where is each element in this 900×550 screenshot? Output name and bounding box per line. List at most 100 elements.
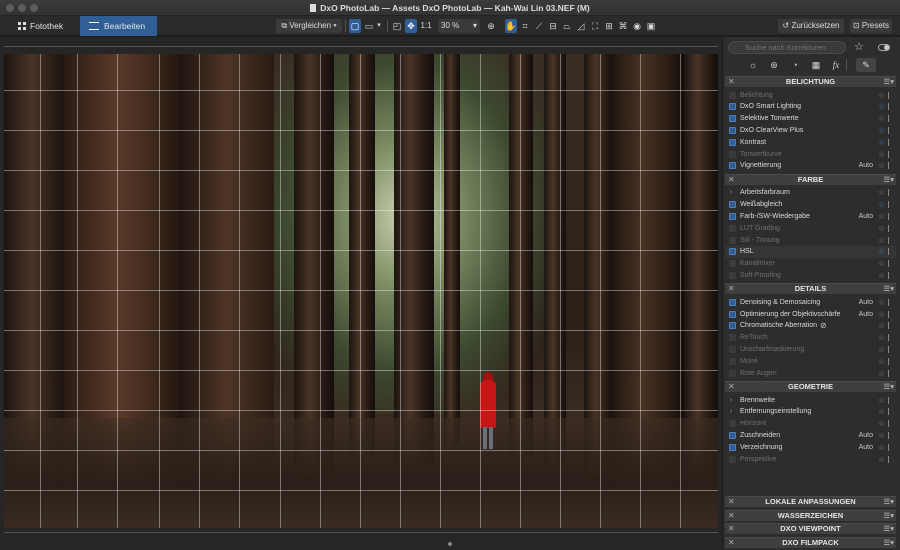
correction-zuschneiden[interactable]: Zuschneiden Auto ☆ (725, 430, 896, 442)
perspective-rect-icon[interactable]: ◿ (575, 19, 587, 33)
reset-correction-icon[interactable] (888, 431, 893, 439)
favorite-star-icon[interactable]: ☆ (878, 246, 885, 257)
reset-correction-icon[interactable] (888, 224, 893, 232)
favorite-star-icon[interactable]: ☆ (878, 125, 885, 136)
reset-correction-icon[interactable] (888, 455, 893, 463)
section-header-lokale-anpassungen[interactable]: ✕ LOKALE ANPASSUNGEN ☰▾ (725, 496, 896, 507)
presets-button[interactable]: ⊡ Presets (850, 19, 892, 33)
reset-correction-icon[interactable] (888, 103, 893, 111)
perspective-icon[interactable]: ⏢ (561, 19, 573, 33)
reset-correction-icon[interactable] (888, 115, 893, 123)
correction-dxo-clearview-plus[interactable]: DxO ClearView Plus ☆ (725, 125, 896, 137)
section-header-farbe[interactable]: ✕ FARBE ☰▾ (725, 173, 896, 185)
reset-correction-icon[interactable] (888, 334, 893, 342)
zoom-in-icon[interactable]: ⊕ (485, 19, 497, 33)
section-header-wasserzeichen[interactable]: ✕ WASSERZEICHEN ☰▾ (725, 509, 896, 521)
correction-optimierung-der-objektivsch-rfe[interactable]: Optimierung der Objektivschärfe Auto ☆ (725, 309, 896, 321)
reset-correction-icon[interactable] (888, 91, 893, 99)
reset-correction-icon[interactable] (888, 271, 893, 279)
enable-toggle[interactable] (729, 334, 736, 342)
favorites-star-icon[interactable]: ☆ (854, 40, 864, 53)
enable-toggle[interactable] (729, 115, 736, 123)
light-icon[interactable]: ☼ (743, 58, 763, 72)
reset-correction-icon[interactable] (888, 162, 893, 170)
reset-button[interactable]: ↺ Zurücksetzen (778, 19, 844, 33)
zoom-one-to-one-button[interactable]: 1:1 (419, 19, 433, 33)
single-view-button[interactable]: ▢ (349, 19, 361, 33)
favorite-star-icon[interactable]: ☆ (878, 199, 885, 210)
enable-toggle[interactable] (729, 201, 736, 209)
reset-correction-icon[interactable] (888, 236, 893, 244)
enable-toggle[interactable] (729, 127, 736, 134)
detail-icon[interactable]: ◔ (785, 58, 805, 72)
correction-soft-proofing[interactable]: Soft-Proofing ☆ (725, 270, 896, 282)
reset-correction-icon[interactable] (888, 201, 893, 209)
section-menu-icon[interactable]: ☰▾ (884, 77, 895, 87)
correction-verzeichnung[interactable]: Verzeichnung Auto ☆ (725, 442, 896, 454)
correction-kontrast[interactable]: Kontrast ☆ (725, 137, 896, 149)
favorite-star-icon[interactable]: ☆ (878, 235, 885, 246)
search-input[interactable] (728, 41, 846, 54)
local-adjust-icon[interactable]: ⊞ (603, 19, 615, 33)
section-header-belichtung[interactable]: ✕ BELICHTUNG ☰▾ (725, 76, 896, 87)
favorite-star-icon[interactable]: ☆ (878, 406, 885, 417)
correction-selektive-tonwerte[interactable]: Selektive Tonwerte ☆ (725, 113, 896, 125)
enable-toggle[interactable] (729, 260, 736, 268)
enable-toggle[interactable] (729, 420, 736, 428)
favorite-star-icon[interactable]: ☆ (878, 418, 885, 429)
eye-slash-icon[interactable]: ⊘ (820, 321, 827, 331)
section-header-details[interactable]: ✕ DETAILS ☰▾ (725, 283, 896, 295)
view-mode-dropdown[interactable]: ▾ (375, 19, 383, 33)
reset-correction-icon[interactable] (888, 443, 893, 451)
correction-rote-augen[interactable]: Rote Augen ☆ (725, 368, 896, 380)
hand-tool-icon[interactable]: ✋ (505, 19, 517, 33)
chevron-right-icon[interactable]: › (730, 407, 732, 416)
enable-toggle[interactable] (729, 431, 736, 439)
favorite-star-icon[interactable]: ☆ (878, 160, 885, 171)
favorite-star-icon[interactable]: ☆ (878, 113, 885, 124)
section-menu-icon[interactable]: ☰▾ (884, 497, 895, 507)
correction-brennweite[interactable]: › Brennweite ☆ (725, 395, 896, 407)
favorite-star-icon[interactable]: ☆ (878, 309, 885, 320)
correction-belichtung[interactable]: Belichtung ☆ (725, 90, 896, 102)
color-icon[interactable]: ⊛ (764, 58, 784, 72)
enable-toggle[interactable] (729, 212, 736, 220)
link-icon[interactable]: ⌘ (617, 19, 629, 33)
compare-button[interactable]: ⧉ Vergleichen ▾ (276, 19, 342, 33)
enable-toggle[interactable] (729, 346, 736, 353)
enable-toggle[interactable] (729, 443, 736, 451)
correction-denoising-demosaicing[interactable]: Denoising & Demosaicing Auto ☆ (725, 297, 896, 309)
enable-toggle[interactable] (729, 298, 736, 306)
move-hand-icon[interactable]: ✥ (405, 19, 417, 33)
section-menu-icon[interactable]: ☰▾ (884, 284, 895, 294)
correction-dxo-smart-lighting[interactable]: DxO Smart Lighting ☆ (725, 101, 896, 113)
enable-toggle[interactable] (729, 248, 736, 256)
eye-icon[interactable]: ◉ (631, 19, 643, 33)
section-menu-icon[interactable]: ☰▾ (884, 538, 895, 548)
enable-toggle[interactable] (729, 91, 736, 99)
reset-correction-icon[interactable] (888, 369, 893, 377)
enable-toggle[interactable] (729, 369, 736, 377)
enable-toggle[interactable] (729, 455, 736, 463)
favorite-star-icon[interactable]: ☆ (878, 320, 885, 331)
chevron-right-icon[interactable]: › (730, 396, 732, 405)
section-header-dxo-filmpack[interactable]: ✕ DXO FILMPACK ☰▾ (725, 536, 896, 548)
chevron-right-icon[interactable]: › (730, 188, 732, 197)
enable-toggle[interactable] (729, 103, 736, 111)
correction-tonwertkurve[interactable]: Tonwertkurve ☆ (725, 149, 896, 161)
reset-correction-icon[interactable] (888, 150, 893, 158)
correction-perspektive[interactable]: Perspektive ☆ (725, 454, 896, 466)
repair-icon[interactable]: ⛶ (589, 19, 601, 33)
favorite-star-icon[interactable]: ☆ (878, 395, 885, 406)
section-menu-icon[interactable]: ☰▾ (884, 511, 895, 521)
favorite-star-icon[interactable]: ☆ (878, 368, 885, 379)
favorite-star-icon[interactable]: ☆ (878, 90, 885, 101)
reset-correction-icon[interactable] (888, 420, 893, 428)
crop-icon[interactable]: ⌗ (519, 19, 531, 33)
reset-correction-icon[interactable] (888, 127, 893, 134)
favorite-star-icon[interactable]: ☆ (878, 356, 885, 367)
reset-correction-icon[interactable] (888, 346, 893, 353)
enable-toggle[interactable] (729, 357, 736, 365)
horizon-icon[interactable]: ⊟ (547, 19, 559, 33)
correction-farb-sw-wiedergabe[interactable]: Farb-/SW-Wiedergabe Auto ☆ (725, 211, 896, 223)
